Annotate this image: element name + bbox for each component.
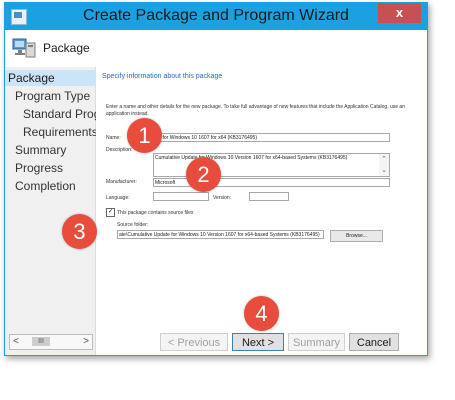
scroll-down-icon[interactable]: ⌄: [379, 165, 389, 176]
callout-badge-2: 2: [186, 157, 221, 192]
previous-button[interactable]: < Previous: [160, 333, 228, 351]
scroll-thumb[interactable]: III: [32, 337, 50, 346]
screenshot-frame: Create Package and Program Wizard x Pack…: [0, 0, 455, 400]
nav-horizontal-scrollbar[interactable]: < III >: [9, 334, 93, 350]
wizard-footer: < Previous Next > Summary Cancel: [96, 327, 427, 355]
name-input[interactable]: ws for Windows 10 1607 for x64 (KB317649…: [153, 133, 390, 142]
name-label: Name:: [106, 135, 121, 141]
source-files-label: This package contains source files: [117, 210, 194, 216]
version-input[interactable]: [249, 192, 289, 201]
page-title: Package: [43, 41, 90, 55]
close-button[interactable]: x: [378, 3, 421, 23]
wizard-nav: Package Program Type Standard Program Re…: [5, 67, 113, 355]
language-input[interactable]: [153, 192, 209, 201]
nav-item-progress[interactable]: Progress: [5, 160, 105, 176]
wizard-header: Package: [5, 30, 427, 68]
cancel-button[interactable]: Cancel: [349, 333, 399, 351]
title-bar: Create Package and Program Wizard x: [5, 3, 427, 30]
nav-item-completion[interactable]: Completion: [5, 178, 105, 194]
source-folder-label: Source folder:: [117, 222, 149, 228]
callout-badge-1: 1: [127, 118, 162, 153]
language-label: Language:: [106, 195, 130, 201]
browse-button[interactable]: Browse...: [330, 230, 383, 242]
version-label: Version:: [213, 195, 232, 201]
nav-item-package[interactable]: Package: [5, 70, 98, 86]
scroll-left-icon[interactable]: <: [10, 335, 22, 349]
manufacturer-label: Manufacturer:: [106, 179, 137, 185]
nav-item-program-type[interactable]: Program Type: [5, 88, 105, 104]
source-folder-input[interactable]: ate\Cumulative Update for Windows 10 Ver…: [117, 230, 324, 239]
description-label: Description:: [106, 147, 133, 153]
summary-button[interactable]: Summary: [288, 333, 345, 351]
scroll-right-icon[interactable]: >: [80, 335, 92, 349]
scroll-up-icon[interactable]: ⌃: [379, 154, 389, 165]
package-computer-icon: [12, 38, 36, 58]
description-scrollbar[interactable]: ⌃ ⌄: [379, 154, 389, 176]
description-text: Cumulative Update for Windows 10 Version…: [155, 155, 348, 161]
help-text: Enter a name and other details for the n…: [106, 104, 405, 117]
callout-badge-3: 3: [62, 214, 97, 249]
section-title: Specify information about this package: [102, 73, 223, 80]
next-button[interactable]: Next >: [232, 333, 284, 351]
wizard-content: Specify information about this package E…: [96, 67, 427, 327]
source-files-checkbox[interactable]: ✓: [106, 208, 115, 217]
nav-item-summary[interactable]: Summary: [5, 142, 105, 158]
callout-badge-4: 4: [244, 296, 279, 331]
window-title: Create Package and Program Wizard: [83, 7, 349, 24]
